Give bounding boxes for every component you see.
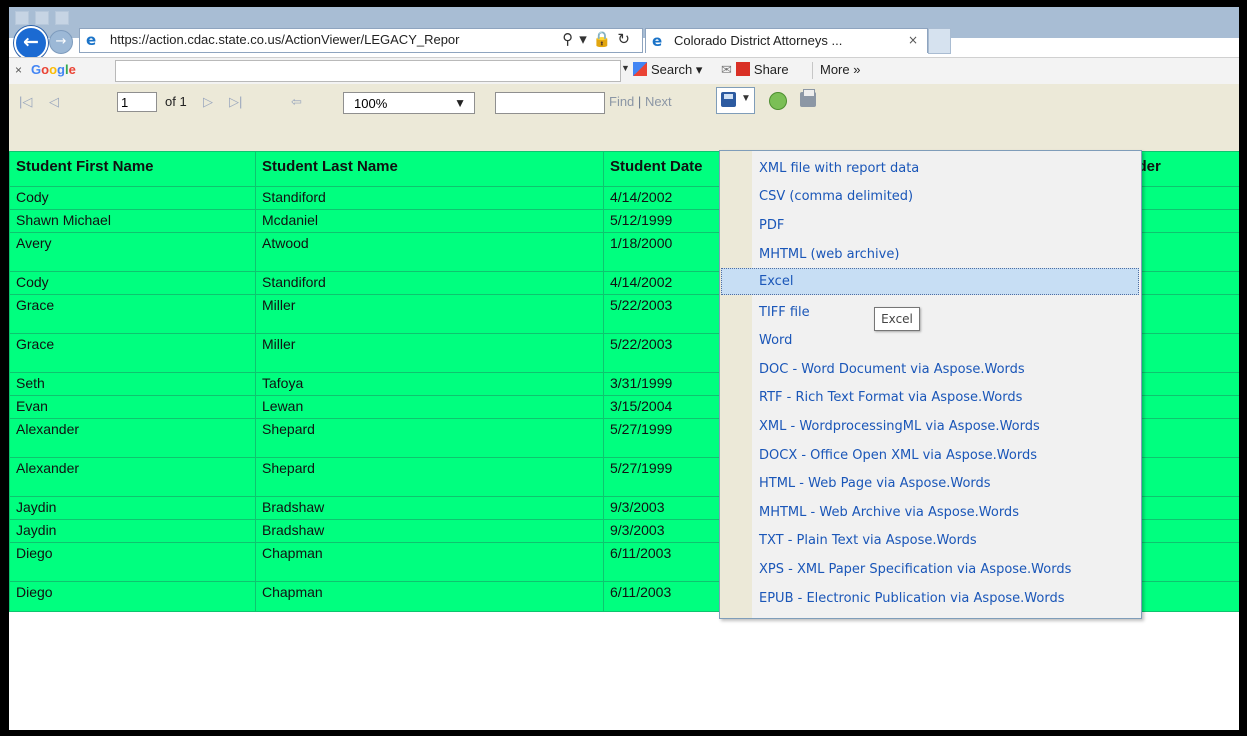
table-cell: Chapman [255, 581, 604, 612]
address-row: ← → e https://action.cdac.state.co.us/Ac… [9, 21, 1239, 60]
zoom-select[interactable]: 100% ▼ [343, 92, 475, 114]
tooltip: Excel [874, 307, 920, 331]
table-cell: Grace [9, 294, 256, 334]
google-search-input[interactable] [115, 60, 621, 82]
table-cell: Mcdaniel [255, 209, 604, 233]
mail-icon: ✉ [721, 62, 732, 77]
address-url[interactable]: https://action.cdac.state.co.us/ActionVi… [110, 32, 530, 47]
table-cell: Diego [9, 581, 256, 612]
find-link[interactable]: Find [609, 94, 634, 109]
table-cell: Shawn Michael [9, 209, 256, 233]
table-cell: Standiford [255, 271, 604, 295]
google-logo: Google [31, 62, 76, 77]
table-cell: Jaydin [9, 519, 256, 543]
google-toolbar: × Google ▼ Search ▾ ✉ Share More » [9, 57, 1239, 85]
ie-icon: e [652, 32, 663, 50]
table-cell: Shepard [255, 457, 604, 497]
table-cell: Grace [9, 333, 256, 373]
export-menu-item[interactable]: XML file with report data [721, 155, 1139, 182]
export-menu-item[interactable]: Word [721, 327, 1139, 354]
zoom-value: 100% [354, 96, 388, 111]
export-menu-item[interactable]: XML - WordprocessingML via Aspose.Words [721, 413, 1139, 440]
find-controls: Find | Next [609, 94, 672, 109]
table-cell: Miller [255, 294, 604, 334]
export-menu-item[interactable]: TIFF file [721, 299, 1139, 326]
back-to-parent-icon[interactable]: ⇦ [291, 94, 302, 110]
next-page-icon[interactable]: ▷ [203, 94, 213, 110]
export-menu: XML file with report data CSV (comma deli… [719, 150, 1142, 619]
table-cell: Lewan [255, 395, 604, 419]
export-button[interactable]: ▼ [716, 87, 755, 114]
table-cell: Shepard [255, 418, 604, 458]
table-cell: Tafoya [255, 372, 604, 396]
export-menu-item[interactable]: TXT - Plain Text via Aspose.Words [721, 527, 1139, 554]
table-cell: Chapman [255, 542, 604, 582]
refresh-icon[interactable]: ↻ [617, 30, 636, 48]
table-cell: Alexander [9, 418, 256, 458]
report-toolbar: |◁ ◁ 1 of 1 ▷ ▷| ⇦ 100% ▼ Find | Next ▼ [9, 84, 1239, 151]
lock-icon: 🔒 [592, 30, 618, 48]
table-cell: Evan [9, 395, 256, 419]
dropdown-icon[interactable]: ▾ [579, 30, 593, 48]
share-label: Share [753, 62, 789, 77]
export-menu-item[interactable]: EPUB - Electronic Publication via Aspose… [721, 585, 1139, 612]
more-button[interactable]: More » [820, 62, 860, 77]
next-link[interactable]: Next [645, 94, 672, 109]
forward-arrow-icon[interactable]: → [49, 30, 73, 54]
export-menu-item[interactable]: MHTML - Web Archive via Aspose.Words [721, 499, 1139, 526]
first-page-icon[interactable]: |◁ [19, 94, 32, 110]
back-arrow-icon[interactable]: ← [14, 26, 48, 60]
export-menu-item[interactable]: DOC - Word Document via Aspose.Words [721, 356, 1139, 383]
print-icon[interactable] [800, 89, 816, 107]
toolbar-divider [812, 62, 813, 79]
search-icon[interactable]: ⚲ [562, 30, 579, 48]
export-menu-item[interactable]: RTF - Rich Text Format via Aspose.Words [721, 384, 1139, 411]
export-menu-item[interactable]: XPS - XML Paper Specification via Aspose… [721, 556, 1139, 583]
table-cell: Cody [9, 186, 256, 210]
table-cell: Avery [9, 232, 256, 272]
tab-title: Colorado District Attorneys ... [674, 33, 843, 48]
table-cell: Bradshaw [255, 519, 604, 543]
export-menu-item[interactable]: MHTML (web archive) [721, 241, 1139, 268]
tab-close-icon[interactable]: × [908, 33, 918, 47]
close-toolbar-icon[interactable]: × [15, 63, 22, 77]
table-cell: Seth [9, 372, 256, 396]
ie-icon: e [86, 31, 97, 49]
page-number-input[interactable]: 1 [117, 92, 157, 112]
table-cell: Miller [255, 333, 604, 373]
refresh-icon[interactable] [769, 92, 787, 110]
browser-window: ← → e https://action.cdac.state.co.us/Ac… [9, 7, 1239, 730]
table-cell: Cody [9, 271, 256, 295]
new-tab-button[interactable] [928, 28, 951, 54]
find-input[interactable] [495, 92, 605, 114]
table-cell: Bradshaw [255, 496, 604, 520]
page-count: of 1 [165, 94, 187, 109]
export-menu-item[interactable]: HTML - Web Page via Aspose.Words [721, 470, 1139, 497]
header-last-name: Student Last Name [255, 151, 604, 187]
table-cell: Jaydin [9, 496, 256, 520]
search-label: Search [651, 62, 693, 77]
table-cell: Atwood [255, 232, 604, 272]
search-dropdown-icon[interactable]: ▼ [621, 63, 630, 73]
share-icon [735, 62, 750, 76]
browser-tab[interactable]: e Colorado District Attorneys ... × [645, 28, 928, 53]
export-disk-icon [721, 92, 736, 107]
export-menu-item[interactable]: Excel [721, 268, 1139, 295]
export-menu-item[interactable]: PDF [721, 212, 1139, 239]
header-first-name: Student First Name [9, 151, 256, 187]
export-menu-item[interactable]: CSV (comma delimited) [721, 183, 1139, 210]
export-menu-item[interactable]: DOCX - Office Open XML via Aspose.Words [721, 442, 1139, 469]
chevron-down-icon: ▼ [454, 96, 466, 110]
table-cell: Alexander [9, 457, 256, 497]
address-bar[interactable]: e https://action.cdac.state.co.us/Action… [79, 28, 643, 53]
google-search-button[interactable]: Search ▾ [633, 62, 702, 78]
previous-page-icon[interactable]: ◁ [49, 94, 59, 110]
table-cell: Standiford [255, 186, 604, 210]
search-icon [633, 62, 647, 76]
chevron-down-icon: ▼ [741, 93, 751, 104]
last-page-icon[interactable]: ▷| [229, 94, 242, 110]
table-cell: Diego [9, 542, 256, 582]
share-button[interactable]: ✉ Share [721, 62, 789, 78]
